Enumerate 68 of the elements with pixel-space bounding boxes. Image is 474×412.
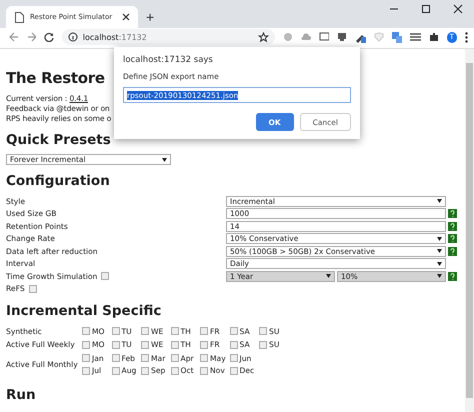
checkbox[interactable] xyxy=(170,354,178,362)
checkbox[interactable] xyxy=(141,366,149,375)
checkbox[interactable] xyxy=(230,366,238,375)
checkbox[interactable] xyxy=(101,272,110,280)
checkbox[interactable] xyxy=(141,327,149,336)
star-icon[interactable] xyxy=(258,32,270,42)
section-heading: Run xyxy=(6,387,37,403)
cloud-icon[interactable] xyxy=(300,32,311,42)
checkbox[interactable] xyxy=(170,366,178,375)
checkbox[interactable] xyxy=(200,327,208,336)
circle-icon[interactable] xyxy=(283,32,293,42)
extension-icon[interactable] xyxy=(337,32,347,42)
checkbox[interactable] xyxy=(259,327,267,336)
checkbox[interactable] xyxy=(200,354,208,362)
checkbox[interactable] xyxy=(259,340,267,349)
checkbox[interactable] xyxy=(82,354,90,362)
help-icon[interactable] xyxy=(448,234,457,244)
checkbox[interactable] xyxy=(230,327,238,336)
forward-icon[interactable] xyxy=(26,32,36,42)
caret-icon xyxy=(437,274,442,278)
caret-icon xyxy=(162,158,167,162)
shield-icon[interactable] xyxy=(374,32,384,42)
checkbox[interactable] xyxy=(82,340,90,349)
scrollbar-thumb[interactable] xyxy=(466,63,473,398)
address-bar[interactable]: localhost:17132 xyxy=(62,29,276,45)
maximize-icon[interactable] xyxy=(421,4,431,14)
help-icon[interactable] xyxy=(448,246,457,256)
close-icon[interactable] xyxy=(453,4,463,14)
checkbox[interactable] xyxy=(82,327,90,336)
close-icon[interactable] xyxy=(122,13,130,21)
checkbox[interactable] xyxy=(112,340,120,349)
checkbox[interactable] xyxy=(170,340,178,349)
checkbox[interactable] xyxy=(230,340,238,349)
page-icon xyxy=(14,12,24,22)
help-icon[interactable] xyxy=(448,272,457,281)
menu-icon[interactable] xyxy=(465,32,468,42)
checkbox[interactable] xyxy=(82,366,90,375)
checkbox[interactable] xyxy=(200,340,208,349)
new-tab-button[interactable]: + xyxy=(142,6,158,28)
info-icon xyxy=(68,32,78,42)
section-heading: Quick Presets xyxy=(6,132,112,148)
help-icon[interactable] xyxy=(448,209,457,218)
scrollbar[interactable] xyxy=(465,49,474,412)
help-icon[interactable] xyxy=(448,222,457,231)
translate-icon[interactable] xyxy=(392,32,402,42)
section-heading: Incremental Specific xyxy=(6,303,162,319)
checkbox[interactable] xyxy=(200,366,208,375)
bars-icon[interactable] xyxy=(410,32,421,42)
checkbox[interactable] xyxy=(112,366,120,375)
reload-icon[interactable] xyxy=(44,32,54,42)
section-heading: Configuration xyxy=(6,173,111,189)
back-icon[interactable] xyxy=(9,32,19,42)
page-title: The Restore xyxy=(6,69,105,87)
dialog-title: localhost:17132 says xyxy=(123,55,214,65)
caret-icon xyxy=(437,199,442,204)
caret-icon xyxy=(326,274,331,278)
checkbox[interactable] xyxy=(112,354,120,362)
caret-icon xyxy=(437,262,442,266)
checkbox[interactable] xyxy=(230,354,238,362)
checkbox[interactable] xyxy=(170,327,178,336)
caret-icon xyxy=(437,249,442,254)
checkbox[interactable] xyxy=(141,340,149,349)
checkbox[interactable] xyxy=(28,284,37,293)
url-text: localhost:17132 xyxy=(82,32,147,42)
caret-icon xyxy=(437,236,442,241)
cast-icon[interactable] xyxy=(318,32,330,42)
checkbox[interactable] xyxy=(112,327,120,336)
checkbox[interactable] xyxy=(141,354,149,362)
